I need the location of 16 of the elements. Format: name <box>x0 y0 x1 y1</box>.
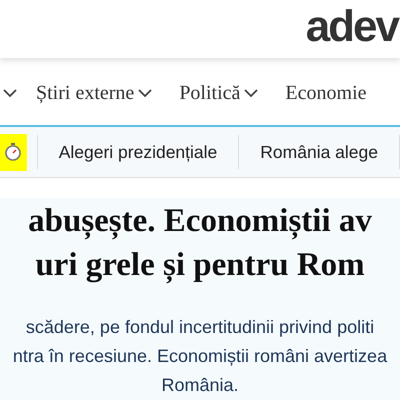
live-button[interactable] <box>0 134 27 170</box>
nav-link[interactable]: Știri externe <box>36 82 134 104</box>
summary-line: ntra în recesiune. Economiștii români avertizea <box>12 345 388 368</box>
site-logo[interactable]: adev <box>306 2 398 58</box>
summary-line: scădere, pe fondul incertitudinii privind politi <box>26 316 374 339</box>
headline-line: uri grele și pentru Rom <box>35 246 365 286</box>
topic-link[interactable]: Alegeri prezidențiale <box>36 135 238 169</box>
topic-link[interactable]: România alege <box>238 135 400 169</box>
stopwatch-icon <box>4 142 22 162</box>
headline-line: abușește. Economiștii av <box>28 202 372 242</box>
chevron-down-icon[interactable] <box>243 88 260 98</box>
chevron-down-icon[interactable] <box>137 88 154 98</box>
nav-link[interactable]: Economie <box>285 82 367 104</box>
chevron-down-icon[interactable] <box>2 88 18 98</box>
summary-line: România. <box>161 374 239 397</box>
nav-link[interactable]: Politică <box>179 82 240 104</box>
